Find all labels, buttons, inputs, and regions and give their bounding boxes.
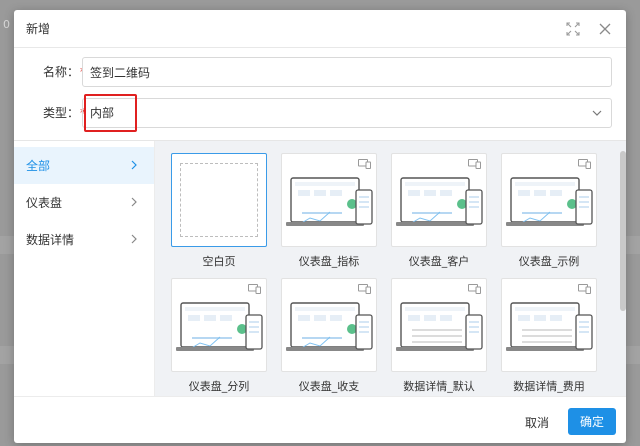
template-card[interactable]: 仪表盘_示例: [501, 153, 597, 269]
backdrop-row-number: 0: [3, 18, 10, 31]
type-select-value: 内部: [90, 106, 115, 120]
device-preview-icon[interactable]: [358, 284, 371, 294]
blank-page-placeholder: [180, 163, 258, 237]
template-card[interactable]: 仪表盘_分列: [171, 278, 267, 394]
template-label: 空白页: [202, 255, 236, 268]
sidebar-item-label: 全部: [26, 159, 51, 173]
template-picker: 全部 仪表盘 数据详情 空白页 仪表盘_指标 仪表盘_客户 仪表盘_示例 仪表盘…: [14, 140, 626, 397]
name-row: 名称：*: [14, 57, 626, 87]
template-grid: 空白页 仪表盘_指标 仪表盘_客户 仪表盘_示例 仪表盘_分列 仪表盘_收支 数…: [155, 141, 626, 397]
dialog-header: 新增: [14, 10, 626, 48]
template-thumbnail[interactable]: [171, 278, 267, 372]
template-label: 仪表盘_示例: [518, 255, 580, 268]
template-thumbnail[interactable]: [391, 278, 487, 372]
sidebar-item-label: 数据详情: [26, 233, 75, 247]
template-thumbnail[interactable]: [391, 153, 487, 247]
maximize-icon[interactable]: [564, 20, 582, 38]
chevron-right-icon: [131, 234, 137, 244]
template-label: 数据详情_默认: [403, 380, 475, 393]
name-label: 名称：*: [28, 57, 86, 87]
template-card[interactable]: 仪表盘_客户: [391, 153, 487, 269]
new-item-dialog: 新增 名称：* 类型：* 内部 全部: [14, 10, 626, 443]
category-sidebar: 全部 仪表盘 数据详情: [14, 141, 155, 397]
confirm-button[interactable]: 确定: [568, 408, 616, 435]
dialog-title: 新增: [26, 22, 51, 36]
sidebar-item-label: 仪表盘: [26, 196, 63, 210]
type-label: 类型：*: [42, 106, 86, 120]
sidebar-item-data-details[interactable]: 数据详情: [14, 221, 154, 258]
device-preview-icon[interactable]: [468, 159, 481, 169]
type-row: 类型：* 内部: [14, 98, 626, 128]
scrollbar[interactable]: [620, 151, 626, 311]
sidebar-item-dashboard[interactable]: 仪表盘: [14, 184, 154, 221]
template-label: 数据详情_费用: [513, 380, 585, 393]
template-label: 仪表盘_收支: [298, 380, 360, 393]
sidebar-item-all[interactable]: 全部: [14, 147, 154, 184]
template-thumbnail[interactable]: [501, 278, 597, 372]
template-thumbnail[interactable]: [171, 153, 267, 247]
template-label: 仪表盘_指标: [298, 255, 360, 268]
template-card[interactable]: 数据详情_费用: [501, 278, 597, 394]
cancel-button[interactable]: 取消: [517, 409, 557, 435]
template-card[interactable]: 仪表盘_指标: [281, 153, 377, 269]
template-thumbnail[interactable]: [281, 153, 377, 247]
template-label: 仪表盘_分列: [188, 380, 250, 393]
template-card[interactable]: 数据详情_默认: [391, 278, 487, 394]
template-card[interactable]: 仪表盘_收支: [281, 278, 377, 394]
chevron-down-icon: [592, 110, 602, 116]
device-preview-icon[interactable]: [578, 284, 591, 294]
chevron-right-icon: [131, 160, 137, 170]
chevron-right-icon: [131, 197, 137, 207]
device-preview-icon[interactable]: [578, 159, 591, 169]
template-card[interactable]: 空白页: [171, 153, 267, 269]
template-label: 仪表盘_客户: [408, 255, 470, 268]
device-preview-icon[interactable]: [468, 284, 481, 294]
device-preview-icon[interactable]: [358, 159, 371, 169]
template-thumbnail[interactable]: [281, 278, 377, 372]
template-thumbnail[interactable]: [501, 153, 597, 247]
dialog-footer: 取消 确定: [14, 396, 626, 443]
name-input[interactable]: [82, 57, 612, 87]
device-preview-icon[interactable]: [248, 284, 261, 294]
close-icon[interactable]: [596, 20, 614, 38]
type-select[interactable]: 内部: [82, 98, 612, 128]
